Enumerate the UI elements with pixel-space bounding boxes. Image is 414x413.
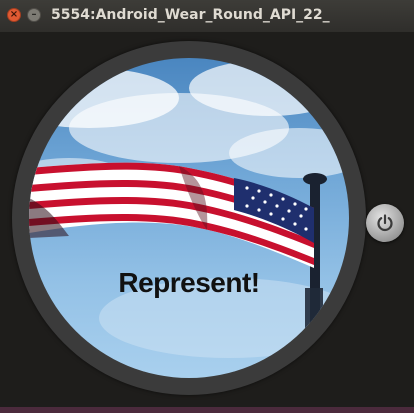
desktop-edge <box>0 407 414 413</box>
flag-background-image <box>29 60 349 378</box>
close-icon: × <box>9 9 19 20</box>
window-title: 5554:Android_Wear_Round_API_22_ <box>51 7 330 23</box>
minimize-icon: – <box>31 9 37 20</box>
headline-text: Represent! <box>118 267 260 298</box>
watch-screen[interactable]: Represent! <box>29 58 349 378</box>
power-button[interactable] <box>366 204 404 242</box>
power-icon <box>377 214 393 232</box>
window-titlebar: × – 5554:Android_Wear_Round_API_22_ <box>0 0 414 32</box>
close-window-button[interactable]: × <box>7 8 21 22</box>
minimize-window-button[interactable]: – <box>27 8 41 22</box>
